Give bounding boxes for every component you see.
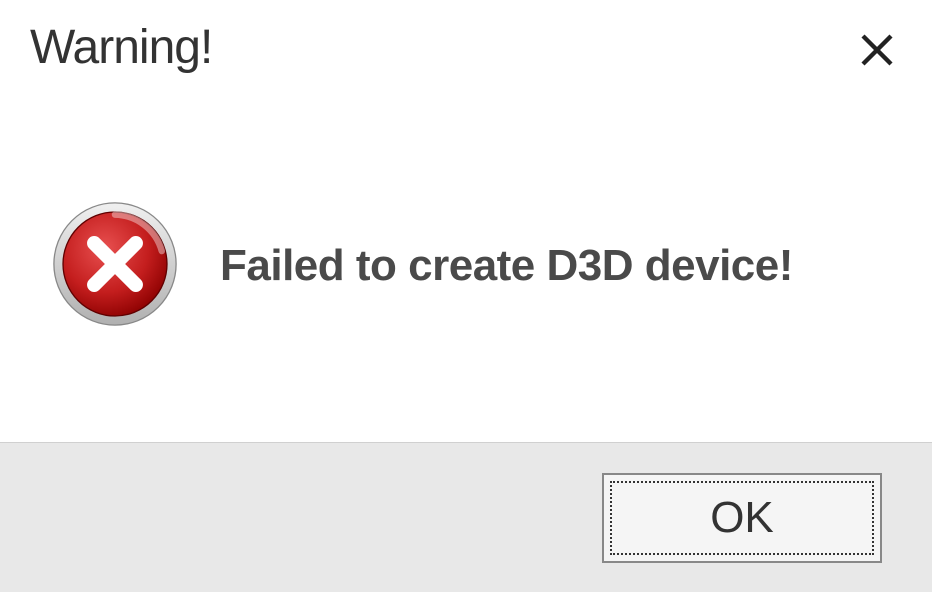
content-area: Failed to create D3D device! xyxy=(0,90,932,442)
error-icon-container xyxy=(50,199,180,334)
dialog-title: Warning! xyxy=(30,20,212,75)
titlebar: Warning! xyxy=(0,0,932,90)
close-icon xyxy=(856,29,898,71)
error-message: Failed to create D3D device! xyxy=(220,241,793,291)
error-icon xyxy=(50,199,180,329)
button-area: OK xyxy=(0,442,932,592)
close-button[interactable] xyxy=(852,25,902,75)
ok-button[interactable]: OK xyxy=(602,473,882,563)
warning-dialog: Warning! xyxy=(0,0,932,592)
